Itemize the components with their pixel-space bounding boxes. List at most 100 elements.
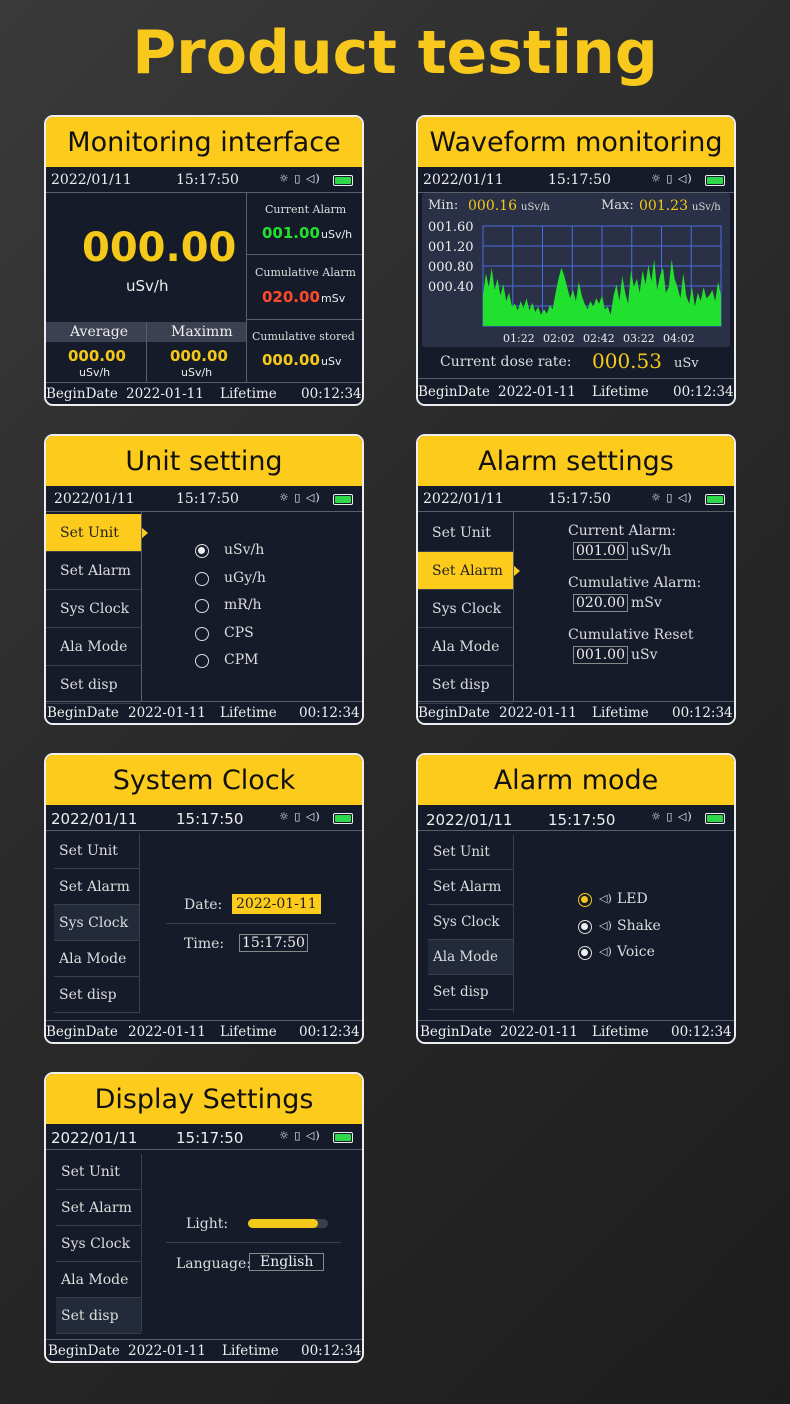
language-select[interactable]: English [249,1253,325,1271]
dose-rate-value: 000.53 [592,349,662,373]
display-settings-card: Display Settings 2022/01/11 15:17:50 ☼ ▯… [44,1072,364,1363]
menu-item-set-alarm[interactable]: Set Alarm [428,870,513,905]
menu-item-ala-mode[interactable]: Ala Mode [56,1262,141,1298]
status-bar: 2022/01/11 15:17:50 ☼ ▯ ◁) [46,167,362,193]
alarm-mode-option-label: Voice [617,944,655,960]
menu-item-set-alarm[interactable]: Set Alarm [46,552,141,590]
x-tick-label: 02:02 [543,332,575,345]
menu-item-set-alarm[interactable]: Set Alarm [418,552,513,590]
alarm-mode-radio-1[interactable] [578,919,592,934]
status-date: 2022/01/11 [426,811,513,829]
footer-life-label: Lifetime [592,1024,649,1040]
menu-item-sys-clock[interactable]: Sys Clock [46,590,141,628]
unit-radio-4[interactable] [195,654,209,668]
menu-item-sys-clock[interactable]: Sys Clock [418,590,513,628]
battery-icon [333,813,353,824]
status-icons: ☼ ▯ ◁) [279,1129,321,1142]
x-tick-label: 03:22 [623,332,655,345]
maximum-label: Maximm [171,324,233,340]
date-label: Date: [184,897,223,913]
footer: BeginDate 2022-01-11 Lifetime 00:12:34 [46,1339,362,1361]
speaker-icon: ◁) [599,892,612,905]
cum-alarm-label: Cumulative Alarm: [568,575,702,591]
status-time: 15:17:50 [176,1129,244,1147]
monitoring-card: Monitoring interface 2022/01/11 15:17:50… [44,115,364,406]
average-value: 000.00 [68,347,126,365]
footer-life-label: Lifetime [220,386,277,402]
cum-alarm-value: 020.00 [262,288,320,306]
footer: BeginDate 2022-01-11 Lifetime 00:12:34 [46,1020,362,1042]
menu-item-set-disp[interactable]: Set disp [56,1298,141,1334]
unit-radio-2[interactable] [195,599,209,613]
footer-life-value: 00:12:34 [673,384,734,400]
unit-radio-1[interactable] [195,571,209,586]
unit-radio-3[interactable] [195,626,209,641]
status-icons: ☼ ▯ ◁) [279,810,321,823]
card-title: System Clock [46,755,362,805]
status-icons: ☼ ▯ ◁) [279,172,321,185]
menu-item-set-unit[interactable]: Set Unit [56,1154,141,1190]
footer: BeginDate 2022-01-11 Lifetime 00:12:34 [418,378,734,404]
footer-begin-date: 2022-01-11 [128,1343,206,1359]
menu-item-sys-clock[interactable]: Sys Clock [54,905,139,941]
alarm-mode-radio-2[interactable] [578,946,592,960]
menu-item-set-disp[interactable]: Set disp [54,977,139,1013]
cum-alarm-label: Cumulative Alarm [255,266,356,279]
footer-life-label: Lifetime [220,1024,277,1040]
menu-item-set-disp[interactable]: Set disp [418,666,513,704]
light-slider-fill [248,1219,319,1228]
status-date: 2022/01/11 [51,172,132,188]
cum-reset-input[interactable]: 001.00 [573,646,628,664]
menu-item-set-unit[interactable]: Set Unit [46,514,141,552]
menu-item-ala-mode[interactable]: Ala Mode [418,628,513,666]
current-alarm-input[interactable]: 001.00 [573,542,628,560]
footer-life-value: 00:12:34 [671,1024,732,1040]
monitoring-screen: 2022/01/11 15:17:50 ☼ ▯ ◁) 000.00 uSv/h … [46,167,362,404]
menu-item-set-disp[interactable]: Set disp [428,975,513,1010]
unit-radio-0[interactable] [195,544,209,558]
menu-item-set-disp[interactable]: Set disp [46,666,141,704]
alarm-mode-screen: 2022/01/11 15:17:50 ☼ ▯ ◁) Set Unit Set … [418,805,734,1042]
average-unit: uSv/h [79,366,111,379]
status-date: 2022/01/11 [423,491,504,507]
maximum-unit: uSv/h [181,366,213,379]
status-time: 15:17:50 [548,811,616,829]
status-time: 15:17:50 [176,172,239,188]
menu-item-set-alarm[interactable]: Set Alarm [56,1190,141,1226]
time-input[interactable]: 15:17:50 [239,934,308,952]
menu-item-sys-clock[interactable]: Sys Clock [56,1226,141,1262]
cum-alarm-input[interactable]: 020.00 [573,594,628,612]
footer-life-value: 00:12:34 [672,705,733,721]
menu-item-set-unit[interactable]: Set Unit [428,835,513,870]
menu-item-ala-mode[interactable]: Ala Mode [46,628,141,666]
menu-item-sys-clock[interactable]: Sys Clock [428,905,513,940]
status-bar: 2022/01/11 15:17:50 ☼ ▯ ◁) [46,805,362,831]
alarm-mode-radio-0[interactable] [578,893,592,907]
cum-stored-unit: uSv [321,355,342,368]
footer-begin-label: BeginDate [47,705,119,721]
maximum-value: 000.00 [170,347,228,365]
y-tick-label: 001.20 [428,240,474,255]
footer-begin-date: 2022-01-11 [128,1024,206,1040]
light-label: Light: [186,1216,229,1232]
x-tick-label: 04:02 [663,332,695,345]
waveform-card: Waveform monitoring 2022/01/11 15:17:50 … [416,115,736,406]
status-time: 15:17:50 [176,810,244,828]
battery-icon [333,1132,353,1143]
menu-item-ala-mode[interactable]: Ala Mode [54,941,139,977]
footer-begin-date: 2022-01-11 [500,1024,578,1040]
date-input[interactable]: 2022-01-11 [232,894,321,914]
menu-item-set-unit[interactable]: Set Unit [54,833,139,869]
light-slider[interactable] [248,1219,328,1228]
menu-item-ala-mode[interactable]: Ala Mode [428,940,513,975]
menu-item-set-unit[interactable]: Set Unit [418,514,513,552]
waveform-screen: 2022/01/11 15:17:50 ☼ ▯ ◁) Min: 000.16 u… [418,167,734,404]
status-icons: ☼ ▯ ◁) [651,491,693,504]
card-title: Alarm mode [418,755,734,805]
card-title: Display Settings [46,1074,362,1124]
status-time: 15:17:50 [176,491,239,507]
menu-item-set-alarm[interactable]: Set Alarm [54,869,139,905]
footer-life-label: Lifetime [592,384,649,400]
footer-life-value: 00:12:34 [299,705,360,721]
status-bar: 2022/01/11 15:17:50 ☼ ▯ ◁) [418,486,734,512]
